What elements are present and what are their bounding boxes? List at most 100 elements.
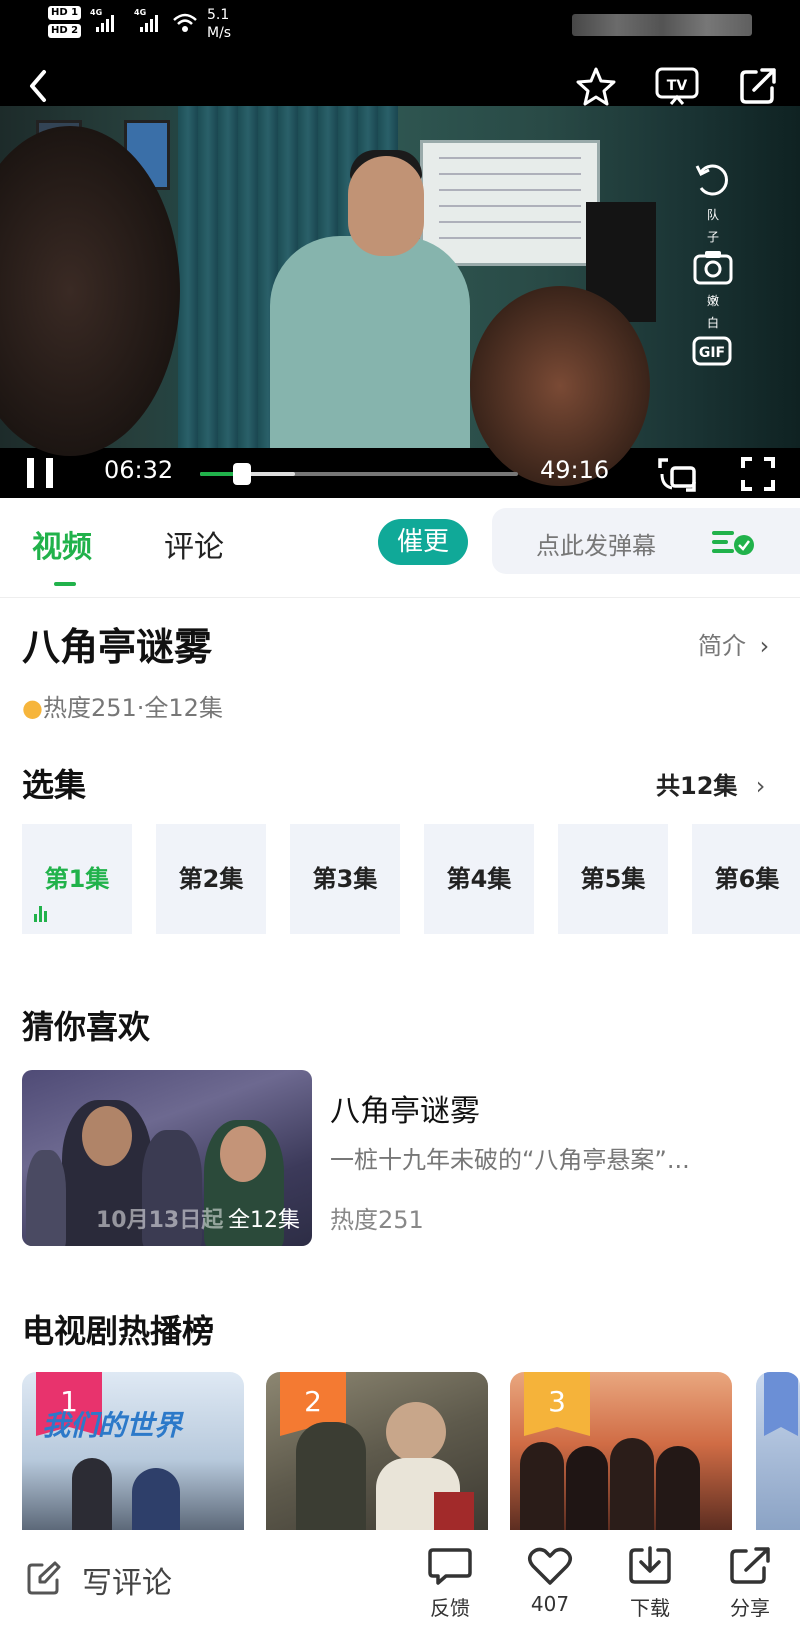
episode-label: 第1集 bbox=[44, 865, 110, 893]
danmaku-placeholder: 点此发弹幕 bbox=[536, 532, 656, 560]
rank-poster-title: 我们的世界 bbox=[42, 1409, 183, 1442]
now-playing-icon bbox=[34, 906, 47, 922]
video-player[interactable]: TV 队 子 嫩 白 GIF 06:32 49:16 bbox=[0, 56, 800, 498]
blurred-status-info bbox=[572, 14, 752, 36]
rank-card-2[interactable]: 2 bbox=[266, 1372, 488, 1532]
edit-icon[interactable] bbox=[26, 1560, 62, 1596]
hd2-label: HD 2 bbox=[48, 24, 82, 38]
status-bar: HD 1 HD 2 4G 4G 5.1 M/s bbox=[0, 0, 800, 56]
episode-list: 第1集 第2集 第3集 第4集 第5集 第6集 bbox=[22, 824, 800, 934]
write-comment-button[interactable]: 写评论 bbox=[82, 1558, 172, 1602]
episode-item-1[interactable]: 第1集 bbox=[22, 824, 132, 934]
active-tab-indicator bbox=[54, 582, 76, 586]
side-caption: 白 bbox=[706, 316, 719, 330]
all-episodes-link[interactable]: 共12集 › bbox=[656, 766, 765, 801]
pause-icon[interactable] bbox=[24, 456, 56, 490]
side-caption: 队 bbox=[706, 208, 719, 222]
tv-cast-icon[interactable]: TV bbox=[654, 66, 700, 106]
current-time: 06:32 bbox=[104, 456, 174, 484]
recommend-heat: 热度251 bbox=[330, 1206, 424, 1234]
favorite-star-icon[interactable] bbox=[576, 66, 616, 106]
rank-card-3[interactable]: 3 bbox=[510, 1372, 732, 1532]
urge-update-button[interactable]: 催更 bbox=[378, 519, 468, 565]
share-label: 分享 bbox=[730, 1596, 770, 1620]
feedback-icon bbox=[428, 1548, 472, 1585]
episode-item-6[interactable]: 第6集 bbox=[692, 824, 800, 934]
recommend-section-title: 猜你喜欢 bbox=[22, 1008, 151, 1046]
progress-slider[interactable] bbox=[200, 463, 518, 485]
episodes-section-title: 选集 bbox=[22, 766, 87, 804]
signal-icon: 4G bbox=[90, 8, 114, 32]
episode-label: 第3集 bbox=[312, 865, 378, 893]
intro-label: 简介 bbox=[698, 632, 746, 660]
content-tabs: 视频 评论 催更 点此发弹幕 bbox=[0, 498, 800, 598]
svg-text:GIF: GIF bbox=[699, 345, 725, 361]
player-top-bar: TV bbox=[0, 56, 800, 106]
download-icon bbox=[629, 1546, 671, 1584]
episode-label: 第6集 bbox=[714, 865, 780, 893]
progress-knob[interactable] bbox=[233, 463, 252, 485]
network-speed: 5.1 M/s bbox=[207, 6, 231, 42]
download-label: 下载 bbox=[630, 1596, 670, 1620]
heart-icon bbox=[528, 1547, 572, 1585]
ranking-section-title: 电视剧热播榜 bbox=[22, 1312, 215, 1350]
signal-icon: 4G bbox=[134, 8, 158, 32]
svg-text:TV: TV bbox=[667, 78, 688, 94]
episode-item-5[interactable]: 第5集 bbox=[558, 824, 668, 934]
hd1-label: HD 1 bbox=[48, 6, 82, 20]
rank-card-1[interactable]: 1 我们的世界 bbox=[22, 1372, 244, 1532]
episodes-total-label: 共12集 bbox=[656, 772, 738, 800]
network-type-1: 4G bbox=[90, 8, 103, 17]
chevron-right-icon: › bbox=[759, 632, 770, 660]
rotate-screen-icon[interactable] bbox=[656, 454, 698, 494]
poster-episode-caption: 全12集 bbox=[228, 1208, 300, 1233]
replay-icon[interactable] bbox=[693, 160, 733, 200]
network-type-2: 4G bbox=[134, 8, 147, 17]
episode-label: 第4集 bbox=[446, 865, 512, 893]
speed-unit: M/s bbox=[207, 25, 232, 41]
side-caption: 子 bbox=[706, 230, 719, 244]
episode-count: 全12集 bbox=[144, 694, 223, 722]
wifi-icon bbox=[173, 13, 197, 32]
danmaku-input[interactable]: 点此发弹幕 bbox=[492, 508, 800, 574]
side-caption: 嫩 bbox=[706, 294, 719, 308]
tab-comments[interactable]: 评论 bbox=[164, 522, 224, 566]
intro-link[interactable]: 简介 › bbox=[698, 626, 769, 661]
like-button[interactable]: 407 bbox=[510, 1546, 590, 1616]
speed-value: 5.1 bbox=[207, 7, 230, 23]
recommend-poster[interactable]: 10月13日起 全12集 bbox=[22, 1070, 312, 1246]
download-button[interactable]: 下载 bbox=[610, 1546, 690, 1621]
rank-badge: 3 bbox=[524, 1372, 590, 1436]
recommend-description: 一桩十九年未破的“八角亭悬案”... bbox=[330, 1146, 690, 1174]
screenshot-camera-icon[interactable] bbox=[692, 248, 734, 286]
total-time: 49:16 bbox=[540, 456, 610, 484]
like-count: 407 bbox=[530, 1592, 570, 1616]
heat-value: 热度251 bbox=[42, 694, 137, 722]
rank-card-4-partial[interactable] bbox=[756, 1372, 800, 1532]
show-title: 八角亭谜雾 bbox=[22, 625, 213, 669]
episode-item-4[interactable]: 第4集 bbox=[424, 824, 534, 934]
share-icon bbox=[730, 1547, 770, 1584]
feedback-label: 反馈 bbox=[430, 1596, 470, 1620]
video-frame bbox=[0, 106, 800, 486]
episode-item-3[interactable]: 第3集 bbox=[290, 824, 400, 934]
bottom-action-bar: 写评论 反馈 407 下载 分享 bbox=[0, 1530, 800, 1632]
poster-date-caption: 10月13日起 bbox=[96, 1208, 224, 1233]
gif-icon[interactable]: GIF bbox=[691, 334, 735, 368]
player-side-tools: 队 子 嫩 白 GIF bbox=[690, 160, 736, 372]
share-button[interactable]: 分享 bbox=[710, 1546, 790, 1621]
player-controls: 06:32 49:16 bbox=[0, 448, 800, 498]
danmaku-settings-icon[interactable] bbox=[710, 528, 756, 556]
episode-label: 第2集 bbox=[178, 865, 244, 893]
share-out-icon[interactable] bbox=[738, 66, 778, 106]
episode-item-2[interactable]: 第2集 bbox=[156, 824, 266, 934]
tab-video[interactable]: 视频 bbox=[32, 522, 92, 566]
episode-label: 第5集 bbox=[580, 865, 646, 893]
feedback-button[interactable]: 反馈 bbox=[410, 1546, 490, 1621]
back-icon[interactable] bbox=[24, 68, 52, 104]
recommend-title[interactable]: 八角亭谜雾 bbox=[330, 1086, 480, 1130]
show-meta: ●热度251·全12集 bbox=[22, 688, 223, 723]
chevron-right-icon: › bbox=[755, 772, 766, 800]
flame-icon: ● bbox=[22, 694, 43, 722]
fullscreen-icon[interactable] bbox=[740, 456, 776, 492]
